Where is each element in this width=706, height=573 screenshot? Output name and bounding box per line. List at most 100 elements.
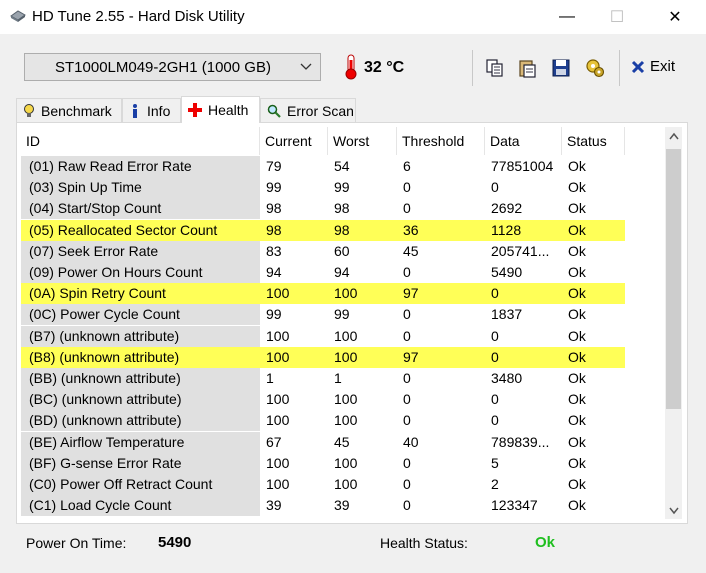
copy-icon (486, 59, 503, 77)
tab-info[interactable]: Info (122, 98, 181, 122)
table-row[interactable]: (01) Raw Read Error Rate 79 54 6 77851004 Ok (21, 156, 665, 177)
cell-worst: 100 (334, 476, 358, 492)
cell-current: 98 (266, 200, 282, 217)
tab-benchmark[interactable]: Benchmark (16, 98, 122, 122)
scroll-down-button[interactable] (665, 502, 682, 519)
table-row[interactable]: (0A) Spin Retry Count 100 100 97 0 Ok (21, 283, 665, 305)
scroll-up-button[interactable] (665, 127, 682, 144)
clipboard-icon (519, 60, 536, 78)
cell-id: (03) Spin Up Time (21, 177, 260, 199)
cell-data: 0 (485, 283, 562, 305)
cell-id: (07) Seek Error Rate (21, 240, 260, 262)
cell-threshold: 0 (403, 391, 411, 408)
cell-data: 0 (485, 346, 562, 368)
cell-status: Ok (568, 179, 586, 196)
smart-table: ID Current Worst Threshold Data Status (… (21, 127, 665, 519)
options-button[interactable] (583, 56, 607, 80)
cell-worst: 45 (334, 433, 350, 450)
table-row[interactable]: (BE) Airflow Temperature 67 45 40 789839... O… (21, 431, 665, 453)
minimize-button[interactable]: — (544, 0, 590, 34)
cell-data: 0 (491, 391, 499, 408)
cell-status: Ok (568, 158, 586, 174)
scrollbar-thumb[interactable] (666, 149, 681, 409)
table-header: ID Current Worst Threshold Data Status (21, 127, 665, 155)
drive-select[interactable]: ST1000LM049-2GH1 (1000 GB) (24, 53, 321, 81)
cell-worst: 100 (328, 283, 397, 305)
power-on-time-label: Power On Time: (26, 535, 127, 551)
save-icon (552, 59, 570, 77)
table-row[interactable]: (0C) Power Cycle Count 99 99 0 1837 Ok (21, 304, 665, 326)
column-header-data[interactable]: Data (485, 127, 562, 155)
table-row[interactable]: (B7) (unknown attribute) 100 100 0 0 Ok (21, 325, 665, 347)
cell-status: Ok (568, 412, 586, 429)
cell-id: (B7) (unknown attribute) (21, 325, 260, 347)
column-header-current[interactable]: Current (260, 127, 328, 155)
table-row[interactable]: (BB) (unknown attribute) 1 1 0 3480 Ok (21, 368, 665, 389)
tab-health[interactable]: Health (181, 96, 260, 123)
save-button[interactable] (549, 56, 573, 80)
close-button[interactable]: ✕ (652, 0, 698, 34)
cell-current: 100 (266, 327, 290, 344)
temperature-readout: 32 °C (364, 59, 405, 76)
table-row[interactable]: (09) Power On Hours Count 94 94 0 5490 Ok (21, 262, 665, 283)
table-row[interactable]: (03) Spin Up Time 99 99 0 0 Ok (21, 177, 665, 199)
cell-worst: 99 (334, 179, 350, 196)
cell-data: 2 (491, 476, 499, 492)
cell-worst: 98 (328, 219, 397, 241)
copy-all-button[interactable] (516, 56, 540, 80)
cell-id: (C1) Load Cycle Count (21, 495, 260, 517)
cell-current: 100 (266, 412, 290, 429)
table-row[interactable]: (BD) (unknown attribute) 100 100 0 0 Ok (21, 410, 665, 432)
cell-data: 1837 (491, 306, 523, 323)
table-row[interactable]: (04) Start/Stop Count 98 98 0 2692 Ok (21, 198, 665, 220)
toolbar-divider (619, 50, 620, 86)
table-row[interactable]: (B8) (unknown attribute) 100 100 97 0 Ok (21, 346, 665, 368)
toolbar: ST1000LM049-2GH1 (1000 GB) 32 °C Exit (0, 34, 706, 96)
cell-status: Ok (568, 200, 586, 217)
table-row[interactable]: (C0) Power Off Retract Count 100 100 0 2 Ok (21, 474, 665, 495)
table-row[interactable]: (07) Seek Error Rate 83 60 45 205741... Ok (21, 240, 665, 262)
cell-current: 100 (266, 476, 290, 492)
copy-button[interactable] (483, 56, 507, 80)
tab-label: Error Scan (287, 102, 354, 119)
cell-worst: 99 (334, 306, 350, 323)
window-title: HD Tune 2.55 - Hard Disk Utility (32, 8, 245, 25)
column-header-threshold[interactable]: Threshold (397, 127, 485, 155)
column-header-worst[interactable]: Worst (328, 127, 397, 155)
exit-button[interactable]: Exit (630, 58, 675, 75)
cell-threshold: 45 (403, 242, 419, 259)
cell-data: 205741... (491, 242, 550, 259)
cell-threshold: 97 (397, 346, 485, 368)
cell-status: Ok (568, 264, 586, 280)
cell-data: 0 (491, 327, 499, 344)
app-disk-icon (10, 10, 26, 22)
cell-worst: 100 (334, 391, 358, 408)
cell-threshold: 0 (403, 412, 411, 429)
cell-id: (C0) Power Off Retract Count (21, 474, 260, 495)
table-row[interactable]: (BC) (unknown attribute) 100 100 0 0 Ok (21, 389, 665, 411)
drive-select-value: ST1000LM049-2GH1 (1000 GB) (55, 59, 271, 76)
maximize-button[interactable]: ☐ (594, 0, 640, 34)
column-header-status[interactable]: Status (562, 127, 625, 155)
title-bar: HD Tune 2.55 - Hard Disk Utility — ☐ ✕ (0, 0, 706, 34)
table-row[interactable]: (05) Reallocated Sector Count 98 98 36 1128 O… (21, 219, 665, 241)
cell-current: 98 (260, 219, 328, 241)
cell-id: (01) Raw Read Error Rate (21, 156, 260, 177)
table-row[interactable]: (BF) G-sense Error Rate 100 100 0 5 Ok (21, 452, 665, 474)
cell-status: Ok (568, 454, 586, 471)
table-row[interactable]: (C1) Load Cycle Count 39 39 0 123347 Ok (21, 495, 665, 517)
cell-data: 2692 (491, 200, 523, 217)
cell-current: 79 (266, 158, 282, 174)
vertical-scrollbar[interactable] (665, 127, 682, 519)
tab-error-scan[interactable]: Error Scan (260, 98, 356, 122)
cell-threshold: 6 (403, 158, 411, 174)
cell-id: (0A) Spin Retry Count (21, 283, 260, 305)
cell-threshold: 36 (397, 219, 485, 241)
column-header-id[interactable]: ID (21, 127, 260, 155)
maximize-icon: ☐ (609, 9, 625, 26)
cell-id: (09) Power On Hours Count (21, 262, 260, 283)
cell-id: (B8) (unknown attribute) (21, 346, 260, 368)
minimize-icon: — (559, 8, 575, 25)
chevron-up-icon (668, 132, 679, 139)
cell-id: (05) Reallocated Sector Count (21, 219, 260, 241)
